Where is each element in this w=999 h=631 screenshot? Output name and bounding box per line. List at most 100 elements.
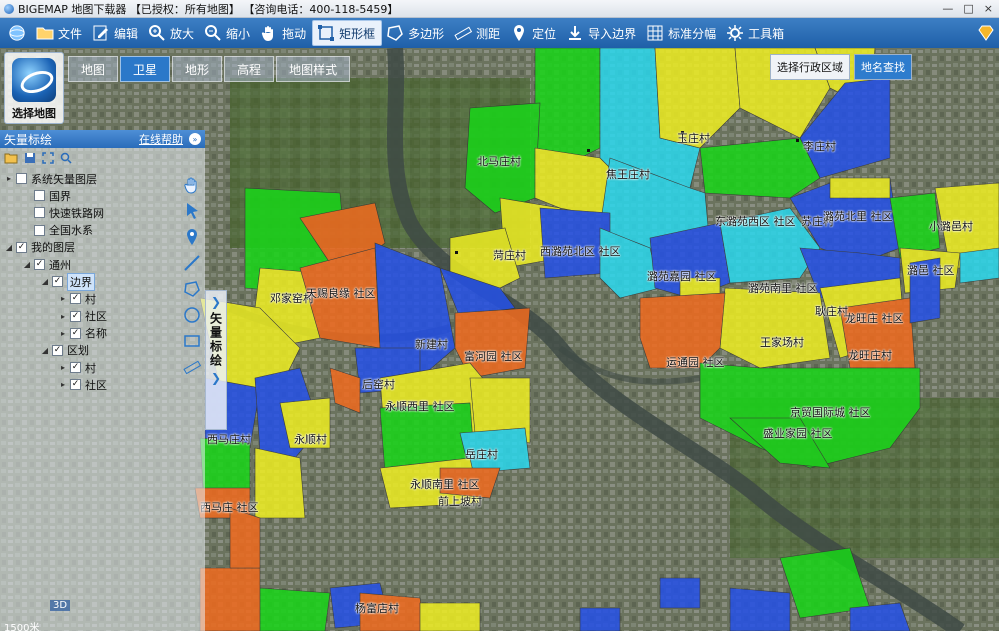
map-label: 盛业家园 社区 (763, 427, 833, 440)
polygon-icon (386, 24, 404, 42)
window-controls: — □ × (942, 2, 993, 15)
map-label: 焦王庄村 (606, 168, 650, 181)
layer-tree-item[interactable]: ◢ ✓ 我的图层 (0, 239, 178, 256)
layer-tree-item[interactable]: ◢ ✓ 通州 (0, 256, 178, 273)
panel-header: 矢量标绘 在线帮助 » (0, 130, 205, 148)
save-icon[interactable] (24, 152, 36, 164)
map-label: 岳庄村 (465, 448, 498, 461)
folder-icon (36, 24, 54, 42)
locate-label: 定位 (532, 26, 557, 41)
toolbox-label: 工具箱 (748, 26, 785, 41)
layer-tree-item[interactable]: ◢ ✓ 边界 (0, 272, 178, 291)
vector-plot-side-tab[interactable]: ❯ 矢量标绘 ❯ (205, 290, 227, 430)
standard-sheet-label: 标准分幅 (668, 26, 717, 41)
map-label: 永顺村 (294, 433, 327, 446)
layer-tree-item[interactable]: ▸ 系统矢量图层 (0, 170, 178, 187)
online-help-link[interactable]: 在线帮助 (139, 131, 183, 147)
map-label: 小潞邑村 (929, 220, 973, 233)
rectangle-select-button[interactable]: 矩形框 (312, 20, 383, 46)
circle-tool-icon[interactable] (181, 304, 203, 326)
tab-elevation[interactable]: 高程 (224, 56, 275, 82)
select-region-button[interactable]: 选择行政区域 (770, 54, 850, 80)
edit-icon (92, 24, 110, 42)
layer-checkbox[interactable]: ✓ (16, 241, 27, 253)
layer-tree-item[interactable]: ▸ ✓ 社区 (0, 308, 178, 325)
layer-tree-item[interactable]: ▸ ✓ 村 (0, 290, 178, 307)
polygon-button[interactable]: 多边形 (382, 20, 450, 46)
tab-map-style[interactable]: 地图样式 (276, 56, 351, 82)
pan-button[interactable]: 拖动 (256, 20, 312, 46)
edit-button[interactable]: 编辑 (88, 20, 144, 46)
import-boundary-button[interactable]: 导入边界 (562, 20, 642, 46)
layer-tree-item[interactable]: ▸ ✓ 村 (0, 359, 178, 376)
chevron-right-icon: ❯ (210, 371, 222, 385)
map-label: 西马庄 社区 (200, 501, 259, 514)
file-button[interactable]: 文件 (32, 20, 88, 46)
place-search-button[interactable]: 地名查找 (854, 54, 912, 80)
location-icon (510, 24, 528, 42)
vip-diamond-icon[interactable] (977, 24, 995, 42)
map-label: 后窑村 (362, 378, 395, 391)
pointer-icon[interactable] (181, 200, 203, 222)
close-button[interactable]: × (984, 2, 993, 15)
layer-checkbox[interactable]: ✓ (70, 310, 81, 322)
collapse-panel-button[interactable]: » (189, 133, 201, 145)
layer-checkbox[interactable] (34, 224, 45, 236)
layer-checkbox[interactable]: ✓ (52, 276, 63, 288)
import-arrow-icon (566, 24, 584, 42)
pan-label: 拖动 (282, 26, 307, 41)
globe-icon (8, 24, 26, 42)
fit-view-icon[interactable] (42, 152, 54, 164)
zoom-out-button[interactable]: 缩小 (200, 20, 256, 46)
measure-button[interactable]: 测距 (450, 20, 506, 46)
map-label: 耿庄村 (815, 305, 848, 318)
map-label: 天赐良缘 社区 (306, 287, 376, 300)
select-map-button[interactable]: 选择地图 (4, 52, 64, 124)
map-label: 新建村 (415, 338, 448, 351)
marker-icon[interactable] (181, 226, 203, 248)
polygon-label: 多边形 (408, 26, 445, 41)
open-folder-icon[interactable] (4, 152, 18, 164)
search-icon[interactable] (60, 152, 72, 164)
tab-terrain[interactable]: 地形 (172, 56, 223, 82)
ruler-tool-icon[interactable] (181, 356, 203, 378)
hand-tool-icon[interactable] (181, 174, 203, 196)
maximize-button[interactable]: □ (963, 2, 973, 15)
layer-checkbox[interactable] (34, 190, 45, 202)
line-tool-icon[interactable] (181, 252, 203, 274)
zoom-in-label: 放大 (170, 26, 195, 41)
layer-tree: ▸ 系统矢量图层 国界 快速铁路网 全国水系 ◢ ✓ 我的图层 ◢ ✓ 通州 ◢ ✓ 边界 ▸… (0, 170, 178, 393)
map-label: 菏庄村 (493, 249, 526, 262)
locate-button[interactable]: 定位 (506, 20, 562, 46)
layer-checkbox[interactable]: ✓ (34, 259, 45, 271)
zoom-in-button[interactable]: 放大 (144, 20, 200, 46)
toolbar-globe-button[interactable] (4, 20, 32, 46)
layer-checkbox[interactable]: ✓ (52, 344, 63, 356)
rectangle-tool-icon[interactable] (181, 330, 203, 352)
zoom-out-icon (204, 24, 222, 42)
grid-icon (646, 24, 664, 42)
layer-checkbox[interactable] (34, 207, 45, 219)
minimize-button[interactable]: — (942, 2, 953, 15)
layer-checkbox[interactable] (16, 173, 27, 185)
layer-tree-item[interactable]: ▸ ✓ 社区 (0, 376, 178, 393)
map-label: 东潞苑西区 社区 (715, 215, 796, 228)
select-map-label: 选择地图 (12, 107, 56, 120)
toolbox-button[interactable]: 工具箱 (722, 20, 790, 46)
layer-tree-item[interactable]: 国界 (0, 187, 178, 204)
layer-tree-item[interactable]: ◢ ✓ 区划 (0, 342, 178, 359)
layer-tree-item[interactable]: ▸ ✓ 名称 (0, 325, 178, 342)
map-label: 运通园 社区 (666, 356, 725, 369)
map-label: 富河园 社区 (464, 350, 523, 363)
tab-map[interactable]: 地图 (68, 56, 119, 82)
layer-tree-item[interactable]: 全国水系 (0, 222, 178, 239)
3d-toggle[interactable]: 3D (50, 600, 71, 611)
standard-sheet-button[interactable]: 标准分幅 (642, 20, 722, 46)
layer-checkbox[interactable]: ✓ (70, 362, 81, 374)
layer-checkbox[interactable]: ✓ (70, 293, 81, 305)
polygon-tool-icon[interactable] (181, 278, 203, 300)
layer-checkbox[interactable]: ✓ (70, 379, 81, 391)
layer-tree-item[interactable]: 快速铁路网 (0, 204, 178, 221)
layer-checkbox[interactable]: ✓ (70, 327, 81, 339)
tab-satellite[interactable]: 卫星 (120, 56, 171, 82)
